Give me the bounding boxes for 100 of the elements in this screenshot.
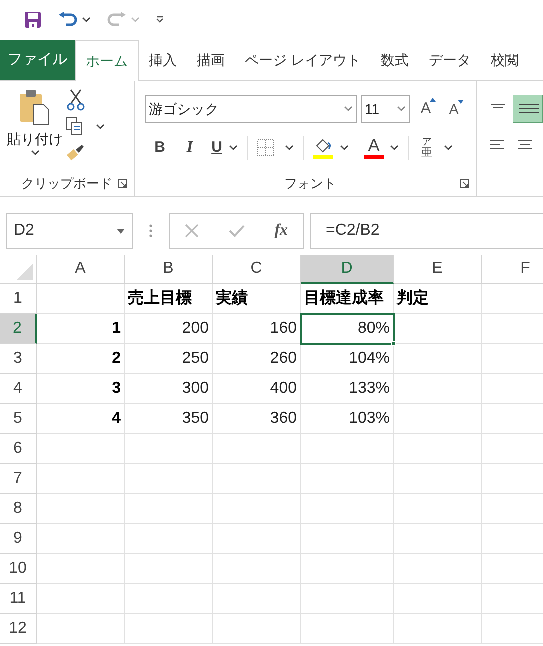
table-cell[interactable] bbox=[213, 614, 301, 644]
table-cell[interactable] bbox=[125, 464, 213, 494]
active-cell[interactable]: 80% bbox=[301, 314, 394, 344]
table-cell[interactable]: 目標達成率 bbox=[301, 284, 394, 314]
table-cell[interactable] bbox=[301, 434, 394, 464]
ribbon-tab[interactable]: 描画 bbox=[187, 40, 235, 80]
check-icon[interactable] bbox=[228, 224, 245, 238]
table-cell[interactable] bbox=[37, 494, 125, 524]
ribbon-tab[interactable]: 校閲 bbox=[480, 40, 529, 80]
copy-icon[interactable] bbox=[66, 117, 84, 137]
align-middle-icon[interactable] bbox=[513, 95, 543, 123]
table-cell[interactable] bbox=[394, 434, 482, 464]
table-cell[interactable] bbox=[37, 524, 125, 554]
save-icon[interactable] bbox=[24, 11, 42, 29]
row-header[interactable]: 2 bbox=[0, 314, 37, 344]
insert-function-button[interactable]: fx bbox=[274, 219, 288, 243]
customize-icon[interactable] bbox=[156, 16, 164, 24]
table-cell[interactable] bbox=[37, 434, 125, 464]
caret-icon[interactable] bbox=[96, 124, 105, 130]
table-cell[interactable] bbox=[394, 404, 482, 434]
row-header[interactable]: 4 bbox=[0, 374, 37, 404]
table-cell[interactable]: 250 bbox=[125, 344, 213, 374]
font-size-field[interactable]: 11 bbox=[361, 95, 410, 123]
table-cell[interactable] bbox=[37, 614, 125, 644]
column-header[interactable]: B bbox=[125, 255, 213, 284]
column-header[interactable]: D bbox=[301, 255, 394, 284]
table-cell[interactable] bbox=[301, 614, 394, 644]
scissors-icon[interactable] bbox=[66, 89, 86, 111]
table-cell[interactable] bbox=[125, 614, 213, 644]
row-header[interactable]: 1 bbox=[0, 284, 37, 314]
table-cell[interactable]: 300 bbox=[125, 374, 213, 404]
table-cell[interactable]: 350 bbox=[125, 404, 213, 434]
table-cell[interactable] bbox=[394, 554, 482, 584]
table-cell[interactable] bbox=[125, 494, 213, 524]
table-cell[interactable] bbox=[394, 374, 482, 404]
caret-icon[interactable] bbox=[30, 150, 40, 156]
table-cell[interactable] bbox=[213, 494, 301, 524]
file-tab[interactable]: ファイル bbox=[0, 40, 75, 80]
table-cell[interactable] bbox=[301, 494, 394, 524]
table-cell[interactable]: 400 bbox=[213, 374, 301, 404]
table-cell[interactable] bbox=[37, 584, 125, 614]
table-cell[interactable] bbox=[394, 464, 482, 494]
borders-icon[interactable] bbox=[257, 139, 275, 157]
formula-field[interactable]: =C2/B2 bbox=[310, 213, 543, 249]
table-cell[interactable]: 1 bbox=[37, 314, 125, 344]
undo-icon[interactable] bbox=[58, 12, 78, 28]
ribbon-tab[interactable]: ホーム bbox=[75, 40, 139, 81]
row-header[interactable]: 3 bbox=[0, 344, 37, 374]
font-name-field[interactable]: 游ゴシック bbox=[145, 95, 357, 123]
launcher-icon[interactable] bbox=[118, 179, 128, 189]
table-cell[interactable] bbox=[37, 554, 125, 584]
table-cell[interactable] bbox=[213, 554, 301, 584]
table-cell[interactable] bbox=[125, 434, 213, 464]
table-cell[interactable] bbox=[213, 464, 301, 494]
grow-font-button[interactable]: A bbox=[414, 98, 438, 120]
caret-icon[interactable] bbox=[229, 145, 238, 151]
phonetic-button[interactable]: ア 亜 bbox=[418, 138, 436, 158]
ribbon-tab[interactable]: 挿入 bbox=[139, 40, 187, 80]
table-cell[interactable]: 3 bbox=[37, 374, 125, 404]
name-box[interactable]: D2 bbox=[6, 213, 133, 249]
font-color-button[interactable]: A bbox=[363, 137, 385, 159]
table-cell[interactable] bbox=[301, 464, 394, 494]
table-cell[interactable] bbox=[394, 344, 482, 374]
table-cell[interactable] bbox=[394, 314, 482, 344]
fill-color-icon[interactable] bbox=[313, 137, 335, 159]
table-cell[interactable] bbox=[301, 524, 394, 554]
fill-handle[interactable] bbox=[391, 341, 396, 346]
ribbon-tab[interactable]: 数式 bbox=[370, 40, 419, 80]
table-cell[interactable] bbox=[213, 524, 301, 554]
select-all-corner[interactable] bbox=[0, 255, 37, 284]
table-cell[interactable] bbox=[125, 524, 213, 554]
table-cell[interactable]: 200 bbox=[125, 314, 213, 344]
row-header[interactable]: 8 bbox=[0, 494, 37, 524]
table-cell[interactable] bbox=[37, 284, 125, 314]
column-header[interactable]: C bbox=[213, 255, 301, 284]
row-header[interactable]: 11 bbox=[0, 584, 37, 614]
table-cell[interactable]: 2 bbox=[37, 344, 125, 374]
table-cell[interactable] bbox=[394, 494, 482, 524]
cancel-icon[interactable] bbox=[184, 224, 199, 238]
italic-button[interactable]: I bbox=[175, 136, 205, 160]
table-cell[interactable]: 実績 bbox=[213, 284, 301, 314]
row-header[interactable]: 5 bbox=[0, 404, 37, 434]
table-cell[interactable] bbox=[394, 524, 482, 554]
row-header[interactable]: 6 bbox=[0, 434, 37, 464]
table-cell[interactable] bbox=[213, 434, 301, 464]
caret-icon[interactable] bbox=[390, 145, 399, 151]
caret-icon[interactable] bbox=[444, 145, 453, 151]
table-cell[interactable] bbox=[301, 584, 394, 614]
table-cell[interactable] bbox=[301, 554, 394, 584]
table-cell[interactable] bbox=[125, 584, 213, 614]
column-header[interactable]: A bbox=[37, 255, 125, 284]
row-header[interactable]: 12 bbox=[0, 614, 37, 644]
table-cell[interactable]: 4 bbox=[37, 404, 125, 434]
ribbon-tab[interactable]: ページ レイアウト bbox=[235, 40, 371, 80]
table-cell[interactable]: 160 bbox=[213, 314, 301, 344]
table-cell[interactable] bbox=[213, 584, 301, 614]
table-cell[interactable]: 104% bbox=[301, 344, 394, 374]
column-header[interactable]: E bbox=[394, 255, 482, 284]
caret-icon[interactable] bbox=[285, 145, 294, 151]
redo-icon[interactable] bbox=[107, 12, 127, 28]
